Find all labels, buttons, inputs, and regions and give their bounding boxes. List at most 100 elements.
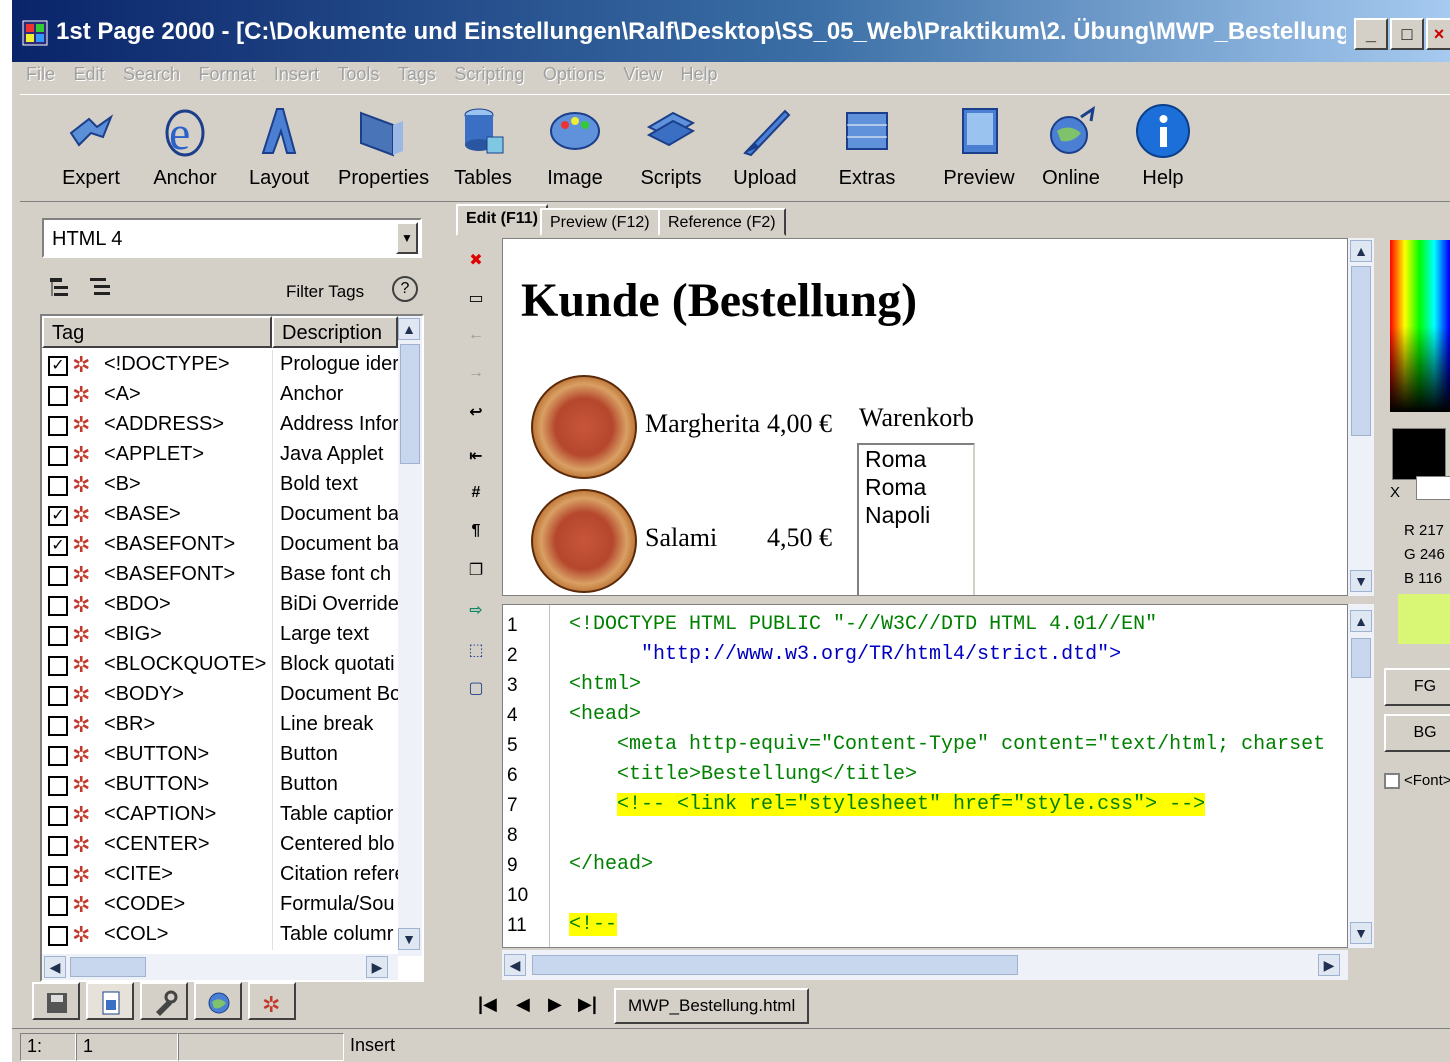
- tag-row[interactable]: ✓ ✲ <!DOCTYPE> Prologue ider: [42, 350, 398, 380]
- code-line[interactable]: 11 <!--: [503, 911, 1347, 941]
- paragraph-icon[interactable]: ¶: [464, 522, 488, 546]
- html-version-select[interactable]: HTML 4 ▼: [42, 218, 422, 258]
- scripts-button[interactable]: Scripts: [628, 103, 714, 195]
- tag-checkbox[interactable]: [48, 416, 68, 436]
- scroll-left-icon[interactable]: ◀: [504, 954, 526, 976]
- panel-tab-files[interactable]: [32, 982, 80, 1020]
- indent-icon[interactable]: ⇤: [464, 446, 488, 470]
- tag-checkbox[interactable]: [48, 386, 68, 406]
- tab-reference[interactable]: Reference (F2): [658, 208, 786, 236]
- tag-checkbox[interactable]: ✓: [48, 536, 68, 556]
- color-spectrum[interactable]: [1390, 240, 1450, 412]
- tag-row[interactable]: ✲ <CENTER> Centered blo: [42, 830, 398, 860]
- scroll-right-icon[interactable]: ▶: [366, 956, 388, 978]
- code-line[interactable]: 8: [503, 821, 1347, 851]
- menu-insert[interactable]: Insert: [274, 64, 319, 85]
- layout-button[interactable]: Layout: [236, 103, 322, 195]
- menu-view[interactable]: View: [623, 64, 662, 85]
- wrap-icon[interactable]: ↩: [464, 402, 488, 426]
- code-editor[interactable]: 1 <!DOCTYPE HTML PUBLIC "-//W3C//DTD HTML…: [502, 604, 1348, 948]
- checkbox-box[interactable]: [1384, 773, 1400, 790]
- scroll-down-icon[interactable]: ▼: [1350, 922, 1372, 944]
- code-line[interactable]: 4 <head>: [503, 701, 1347, 731]
- code-line[interactable]: 9 </head>: [503, 851, 1347, 881]
- tab-edit[interactable]: Edit (F11): [456, 204, 549, 236]
- tag-row[interactable]: ✲ <CODE> Formula/Sou: [42, 890, 398, 920]
- tag-checkbox[interactable]: [48, 896, 68, 916]
- scroll-thumb[interactable]: [1351, 266, 1371, 436]
- tag-checkbox[interactable]: [48, 776, 68, 796]
- tag-checkbox[interactable]: [48, 836, 68, 856]
- menu-file[interactable]: File: [26, 64, 55, 85]
- font-checkbox[interactable]: <Font>: [1384, 772, 1450, 790]
- tag-row[interactable]: ✲ <APPLET> Java Applet: [42, 440, 398, 470]
- tag-row[interactable]: ✲ <BIG> Large text: [42, 620, 398, 650]
- tag-list-vscroll[interactable]: ▲ ▼: [398, 316, 422, 956]
- online-button[interactable]: Online: [1028, 103, 1114, 195]
- tag-checkbox[interactable]: [48, 626, 68, 646]
- tag-checkbox[interactable]: [48, 866, 68, 886]
- cart-item[interactable]: Roma: [859, 445, 973, 473]
- scroll-thumb[interactable]: [532, 955, 1018, 975]
- tag-row[interactable]: ✓ ✲ <BASE> Document ba: [42, 500, 398, 530]
- menu-edit[interactable]: Edit: [73, 64, 104, 85]
- tag-row[interactable]: ✓ ✲ <BASEFONT> Document ba: [42, 530, 398, 560]
- anchor-button[interactable]: e Anchor: [142, 103, 228, 195]
- tag-checkbox[interactable]: [48, 806, 68, 826]
- menu-tags[interactable]: Tags: [398, 64, 436, 85]
- tag-checkbox[interactable]: ✓: [48, 356, 68, 376]
- preview-button[interactable]: Preview: [936, 103, 1022, 195]
- tag-checkbox[interactable]: [48, 446, 68, 466]
- select-icon[interactable]: ⬚: [464, 640, 488, 664]
- scroll-up-icon[interactable]: ▲: [1350, 240, 1372, 262]
- cart-item[interactable]: Roma: [859, 473, 973, 501]
- monitor-icon[interactable]: ▭: [464, 288, 488, 312]
- tag-checkbox[interactable]: [48, 686, 68, 706]
- tag-checkbox[interactable]: [48, 566, 68, 586]
- tag-checkbox[interactable]: [48, 656, 68, 676]
- tag-row[interactable]: ✲ <BLOCKQUOTE> Block quotati: [42, 650, 398, 680]
- code-line[interactable]: 3 <html>: [503, 671, 1347, 701]
- foreground-swatch[interactable]: [1392, 428, 1446, 480]
- code-vscroll[interactable]: ▲ ▼: [1348, 604, 1374, 948]
- scroll-left-icon[interactable]: ◀: [44, 956, 66, 978]
- tag-checkbox[interactable]: ✓: [48, 506, 68, 526]
- tag-row[interactable]: ✲ <CITE> Citation refere: [42, 860, 398, 890]
- preview-vscroll[interactable]: ▲ ▼: [1348, 238, 1374, 596]
- tag-row[interactable]: ✲ <BUTTON> Button: [42, 740, 398, 770]
- maximize-button[interactable]: □: [1390, 18, 1424, 50]
- code-line[interactable]: 10: [503, 881, 1347, 911]
- scroll-thumb[interactable]: [70, 957, 146, 977]
- tag-row[interactable]: ✲ <B> Bold text: [42, 470, 398, 500]
- expert-button[interactable]: Expert: [48, 103, 134, 195]
- tag-checkbox[interactable]: [48, 746, 68, 766]
- frame-icon[interactable]: ▢: [464, 678, 488, 702]
- first-file-icon[interactable]: |◀: [478, 994, 497, 1015]
- next-file-icon[interactable]: ▶: [548, 994, 562, 1015]
- extras-button[interactable]: Extras: [824, 103, 910, 195]
- tag-checkbox[interactable]: [48, 926, 68, 946]
- tag-row[interactable]: ✲ <BASEFONT> Base font ch: [42, 560, 398, 590]
- tree-view-icon[interactable]: [48, 274, 76, 302]
- column-header-tag[interactable]: Tag: [42, 316, 272, 348]
- code-line[interactable]: 5 <meta http-equiv="Content-Type" content…: [503, 731, 1347, 761]
- tag-row[interactable]: ✲ <BODY> Document Bo: [42, 680, 398, 710]
- tab-preview[interactable]: Preview (F12): [540, 208, 660, 236]
- tag-row[interactable]: ✲ <BDO> BiDi Override: [42, 590, 398, 620]
- tag-row[interactable]: ✲ <A> Anchor: [42, 380, 398, 410]
- menu-search[interactable]: Search: [123, 64, 180, 85]
- tag-row[interactable]: ✲ <BR> Line break: [42, 710, 398, 740]
- code-line[interactable]: 7 <!-- <link rel="stylesheet" href="style…: [503, 791, 1347, 821]
- copy-icon[interactable]: ❐: [464, 560, 488, 584]
- cart-listbox[interactable]: Roma Roma Napoli: [857, 443, 975, 595]
- last-file-icon[interactable]: ▶|: [578, 994, 597, 1015]
- cart-item[interactable]: Napoli: [859, 501, 973, 529]
- tag-row[interactable]: ✲ <COL> Table columr: [42, 920, 398, 950]
- scroll-down-icon[interactable]: ▼: [1350, 570, 1372, 592]
- filter-tags-label[interactable]: Filter Tags: [286, 282, 364, 302]
- scroll-up-icon[interactable]: ▲: [1350, 610, 1372, 632]
- menu-options[interactable]: Options: [543, 64, 605, 85]
- close-button[interactable]: ×: [1426, 18, 1450, 50]
- panel-tab-project[interactable]: [86, 982, 134, 1020]
- chevron-down-icon[interactable]: ▼: [396, 222, 418, 254]
